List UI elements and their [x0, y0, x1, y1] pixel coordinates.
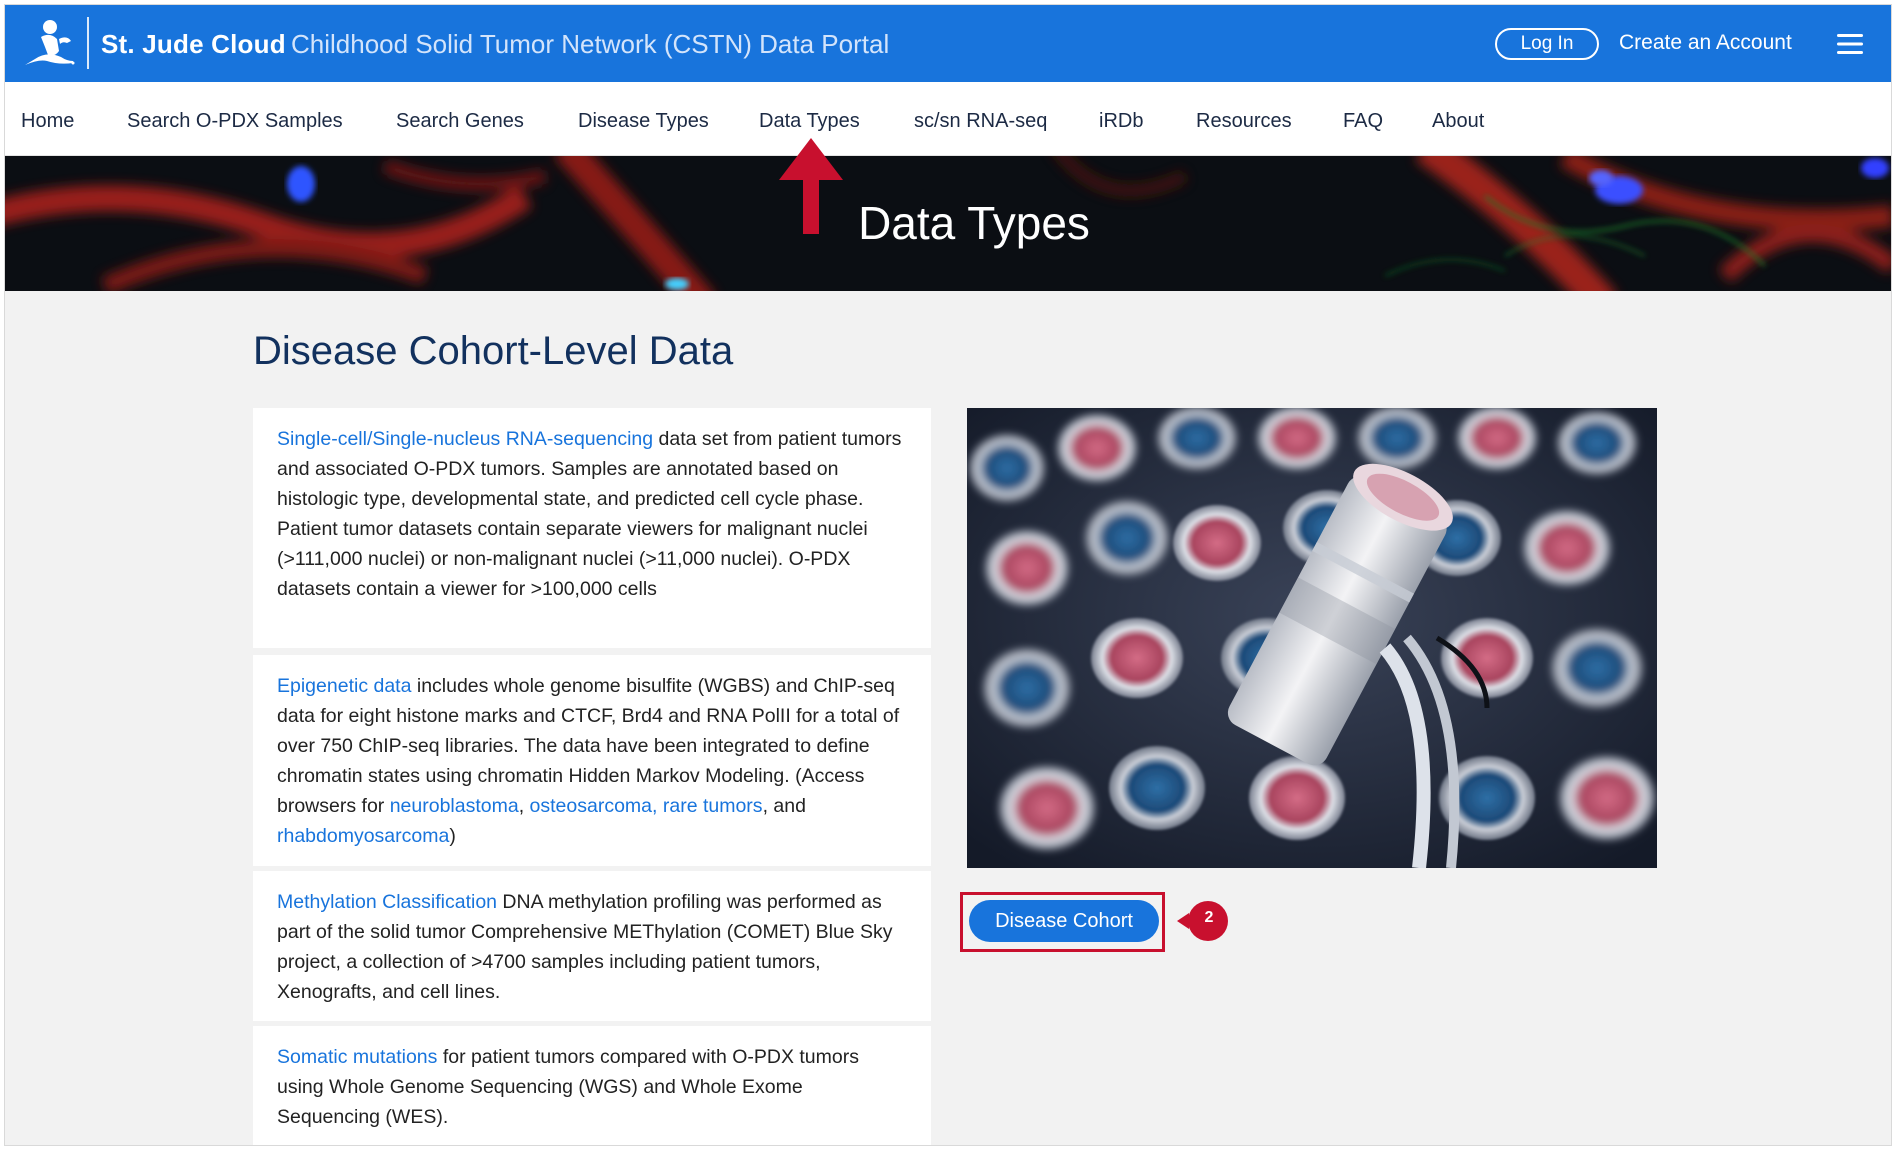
neuroblastoma-link[interactable]: neuroblastoma	[390, 795, 519, 817]
scrna-link[interactable]: Single-cell/Single-nucleus RNA-sequencin…	[277, 428, 653, 450]
rhabdomyosarcoma-link[interactable]: rhabdomyosarcoma	[277, 825, 449, 847]
nav-irdb[interactable]: iRDb	[1099, 110, 1143, 133]
separator: , and	[762, 795, 806, 817]
page-frame: St. Jude Cloud Childhood Solid Tumor Net…	[4, 4, 1892, 1146]
login-button[interactable]: Log In	[1495, 28, 1599, 60]
scrna-description: data set from patient tumors and associa…	[277, 428, 902, 600]
hamburger-menu-icon[interactable]	[1837, 33, 1863, 55]
create-account-link[interactable]: Create an Account	[1619, 31, 1792, 55]
nav-home[interactable]: Home	[21, 110, 74, 133]
brand-name[interactable]: St. Jude Cloud	[101, 29, 286, 60]
somatic-mutations-link[interactable]: Somatic mutations	[277, 1046, 437, 1068]
step-number: 2	[1204, 909, 1214, 926]
sample-vials-photo	[967, 408, 1657, 868]
nav-data-types[interactable]: Data Types	[759, 110, 860, 133]
nav-search-opdx-samples[interactable]: Search O-PDX Samples	[127, 110, 343, 133]
close-paren: )	[449, 825, 456, 847]
annotation-up-arrow-icon	[779, 138, 843, 234]
section-title: Disease Cohort-Level Data	[253, 329, 734, 373]
nav-search-genes[interactable]: Search Genes	[396, 110, 524, 133]
osteosarcoma-rare-tumors-link[interactable]: osteosarcoma, rare tumors	[530, 795, 763, 817]
logo-divider	[87, 17, 89, 69]
disease-cohort-button[interactable]: Disease Cohort	[969, 900, 1159, 942]
card-somatic-mutations: Somatic mutations for patient tumors com…	[253, 1026, 931, 1145]
main-nav: Home Search O-PDX Samples Search Genes D…	[5, 82, 1891, 156]
portal-name[interactable]: Childhood Solid Tumor Network (CSTN) Dat…	[291, 29, 889, 60]
nav-faq[interactable]: FAQ	[1343, 110, 1383, 133]
nav-about[interactable]: About	[1432, 110, 1484, 133]
top-header: St. Jude Cloud Childhood Solid Tumor Net…	[5, 5, 1891, 82]
separator: ,	[518, 795, 530, 817]
card-methylation: Methylation Classification DNA methylati…	[253, 871, 931, 1021]
hero-banner: Data Types	[5, 156, 1891, 291]
nav-sc-sn-rna-seq[interactable]: sc/sn RNA-seq	[914, 110, 1047, 133]
nav-disease-types[interactable]: Disease Types	[578, 110, 709, 133]
card-scrna: Single-cell/Single-nucleus RNA-sequencin…	[253, 408, 931, 648]
nav-resources[interactable]: Resources	[1196, 110, 1292, 133]
card-epigenetic: Epigenetic data includes whole genome bi…	[253, 655, 931, 866]
methylation-classification-link[interactable]: Methylation Classification	[277, 891, 497, 913]
st-jude-child-logo-icon[interactable]	[15, 17, 79, 69]
epigenetic-link[interactable]: Epigenetic data	[277, 675, 411, 697]
page-title: Data Types	[858, 197, 1090, 249]
